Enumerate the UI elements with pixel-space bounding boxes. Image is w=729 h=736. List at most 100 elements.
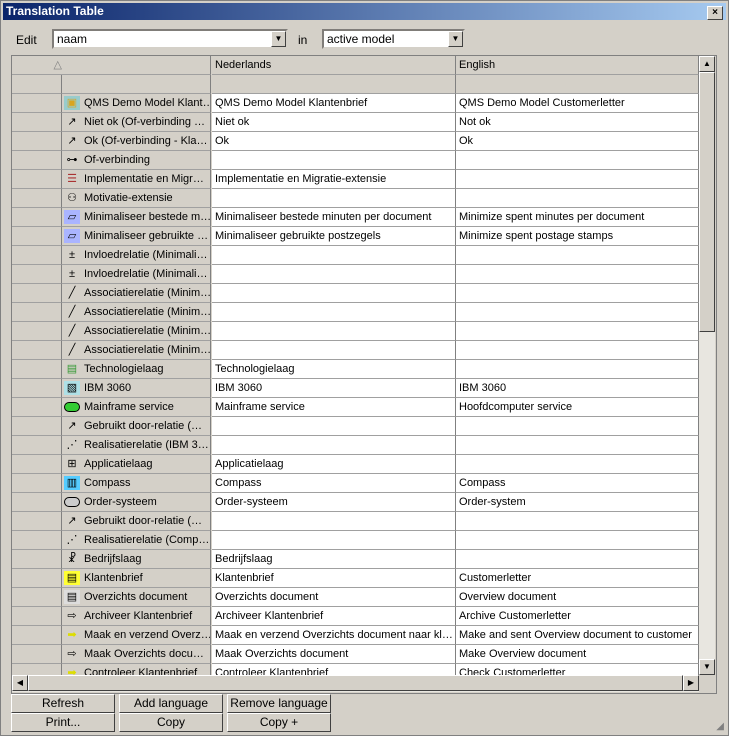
english-cell[interactable]	[456, 284, 699, 303]
english-cell[interactable]	[456, 246, 699, 265]
english-cell[interactable]	[456, 455, 699, 474]
name-cell[interactable]: ⊶ Of-verbinding	[62, 151, 211, 170]
english-cell[interactable]: Archive Customerletter	[456, 607, 699, 626]
row-header[interactable]	[12, 645, 62, 664]
nederlands-cell[interactable]	[212, 246, 456, 265]
chevron-down-icon[interactable]: ▼	[271, 31, 286, 47]
nederlands-cell[interactable]: Minimaliseer gebruikte postzegels	[212, 227, 456, 246]
row-header[interactable]	[12, 550, 62, 569]
english-cell[interactable]	[456, 436, 699, 455]
row-header[interactable]	[12, 360, 62, 379]
row-header[interactable]	[12, 569, 62, 588]
nederlands-cell[interactable]: Applicatielaag	[212, 455, 456, 474]
english-cell[interactable]	[456, 170, 699, 189]
english-cell[interactable]	[456, 189, 699, 208]
name-cell[interactable]: ╱ Associatierelatie (Minim…	[62, 284, 211, 303]
row-header[interactable]	[12, 379, 62, 398]
sort-icon[interactable]: △	[12, 56, 63, 75]
name-cell[interactable]: ▤ Overzichts document	[62, 588, 211, 607]
row-header[interactable]	[12, 208, 62, 227]
row-header[interactable]	[12, 94, 62, 113]
name-cell[interactable]: ⇨ Maak Overzichts docu…	[62, 645, 211, 664]
nederlands-cell[interactable]	[212, 284, 456, 303]
vertical-scrollbar[interactable]: ▲ ▼	[699, 56, 715, 675]
english-cell[interactable]: Minimize spent minutes per document	[456, 208, 699, 227]
name-cell[interactable]: ▤ Technologielaag	[62, 360, 211, 379]
nederlands-cell[interactable]	[212, 436, 456, 455]
name-cell[interactable]: ▤ Klantenbrief	[62, 569, 211, 588]
name-cell[interactable]: ⚇ Motivatie-extensie	[62, 189, 211, 208]
row-header[interactable]	[12, 246, 62, 265]
row-header[interactable]	[12, 474, 62, 493]
nederlands-cell[interactable]: QMS Demo Model Klantenbrief	[212, 94, 456, 113]
english-cell[interactable]	[456, 265, 699, 284]
horizontal-scrollbar[interactable]: ◀ ▶	[12, 675, 699, 692]
copy-button[interactable]: Copy	[119, 713, 223, 732]
name-cell[interactable]: ↗ Ok (Of-verbinding - Kla…	[62, 132, 211, 151]
scroll-right-button[interactable]: ▶	[683, 675, 699, 691]
row-header[interactable]	[12, 113, 62, 132]
nederlands-cell[interactable]: Overzichts document	[212, 588, 456, 607]
row-header[interactable]	[12, 322, 62, 341]
name-cell[interactable]: ▣ QMS Demo Model Klant…	[62, 94, 211, 113]
refresh-button[interactable]: Refresh	[11, 694, 115, 713]
scroll-down-button[interactable]: ▼	[699, 659, 715, 675]
nederlands-cell[interactable]	[212, 189, 456, 208]
english-cell[interactable]	[456, 531, 699, 550]
nederlands-cell[interactable]	[212, 265, 456, 284]
scroll-thumb[interactable]	[28, 675, 683, 691]
english-cell[interactable]	[456, 512, 699, 531]
row-header[interactable]	[12, 284, 62, 303]
row-header[interactable]	[12, 493, 62, 512]
row-header[interactable]	[12, 626, 62, 645]
column-header-nederlands[interactable]: Nederlands	[212, 56, 456, 75]
row-header[interactable]	[12, 588, 62, 607]
chevron-down-icon[interactable]: ▼	[448, 31, 463, 47]
filter-cell[interactable]	[62, 75, 211, 94]
nederlands-cell[interactable]	[212, 417, 456, 436]
resize-grip-icon[interactable]: ◢	[716, 721, 724, 732]
name-cell[interactable]: ➡ Maak en verzend Overz…	[62, 626, 211, 645]
name-cell[interactable]: Order-systeem	[62, 493, 211, 512]
row-header[interactable]	[12, 189, 62, 208]
nederlands-cell[interactable]: Implementatie en Migratie-extensie	[212, 170, 456, 189]
row-header[interactable]	[12, 436, 62, 455]
nederlands-cell[interactable]: Klantenbrief	[212, 569, 456, 588]
name-cell[interactable]: ⊞ Applicatielaag	[62, 455, 211, 474]
nederlands-cell[interactable]	[212, 531, 456, 550]
english-cell[interactable]	[456, 550, 699, 569]
nederlands-cell[interactable]	[212, 512, 456, 531]
nederlands-cell[interactable]: Minimaliseer bestede minuten per documen…	[212, 208, 456, 227]
name-cell[interactable]: ⋰ Realisatierelatie (Comp…	[62, 531, 211, 550]
name-cell[interactable]: ╱ Associatierelatie (Minim…	[62, 341, 211, 360]
filter-cell[interactable]	[456, 75, 699, 94]
copy-plus-button[interactable]: Copy +	[227, 713, 331, 732]
nederlands-cell[interactable]: IBM 3060	[212, 379, 456, 398]
english-cell[interactable]: Make and sent Overview document to custo…	[456, 626, 699, 645]
english-cell[interactable]: IBM 3060	[456, 379, 699, 398]
name-cell[interactable]: ↗ Niet ok (Of-verbinding …	[62, 113, 211, 132]
nederlands-cell[interactable]: Maak Overzichts document	[212, 645, 456, 664]
field-select[interactable]: naam ▼	[52, 29, 288, 49]
nederlands-cell[interactable]: Bedrijfslaag	[212, 550, 456, 569]
name-cell[interactable]: ⋰ Realisatierelatie (IBM 3…	[62, 436, 211, 455]
nederlands-cell[interactable]	[212, 341, 456, 360]
row-header[interactable]	[12, 398, 62, 417]
remove-language-button[interactable]: Remove language	[227, 694, 331, 713]
row-header[interactable]	[12, 341, 62, 360]
english-cell[interactable]	[456, 360, 699, 379]
english-cell[interactable]: Overview document	[456, 588, 699, 607]
nederlands-cell[interactable]: Maak en verzend Overzichts document naar…	[212, 626, 456, 645]
english-cell[interactable]: Hoofdcomputer service	[456, 398, 699, 417]
english-cell[interactable]	[456, 303, 699, 322]
nederlands-cell[interactable]	[212, 303, 456, 322]
row-header[interactable]	[12, 265, 62, 284]
row-header[interactable]	[12, 303, 62, 322]
english-cell[interactable]: Minimize spent postage stamps	[456, 227, 699, 246]
english-cell[interactable]: Compass	[456, 474, 699, 493]
name-cell[interactable]: ╱ Associatierelatie (Minim…	[62, 322, 211, 341]
column-header-english[interactable]: English	[456, 56, 699, 75]
nederlands-cell[interactable]: Ok	[212, 132, 456, 151]
filter-cell[interactable]	[212, 75, 456, 94]
add-language-button[interactable]: Add language	[119, 694, 223, 713]
